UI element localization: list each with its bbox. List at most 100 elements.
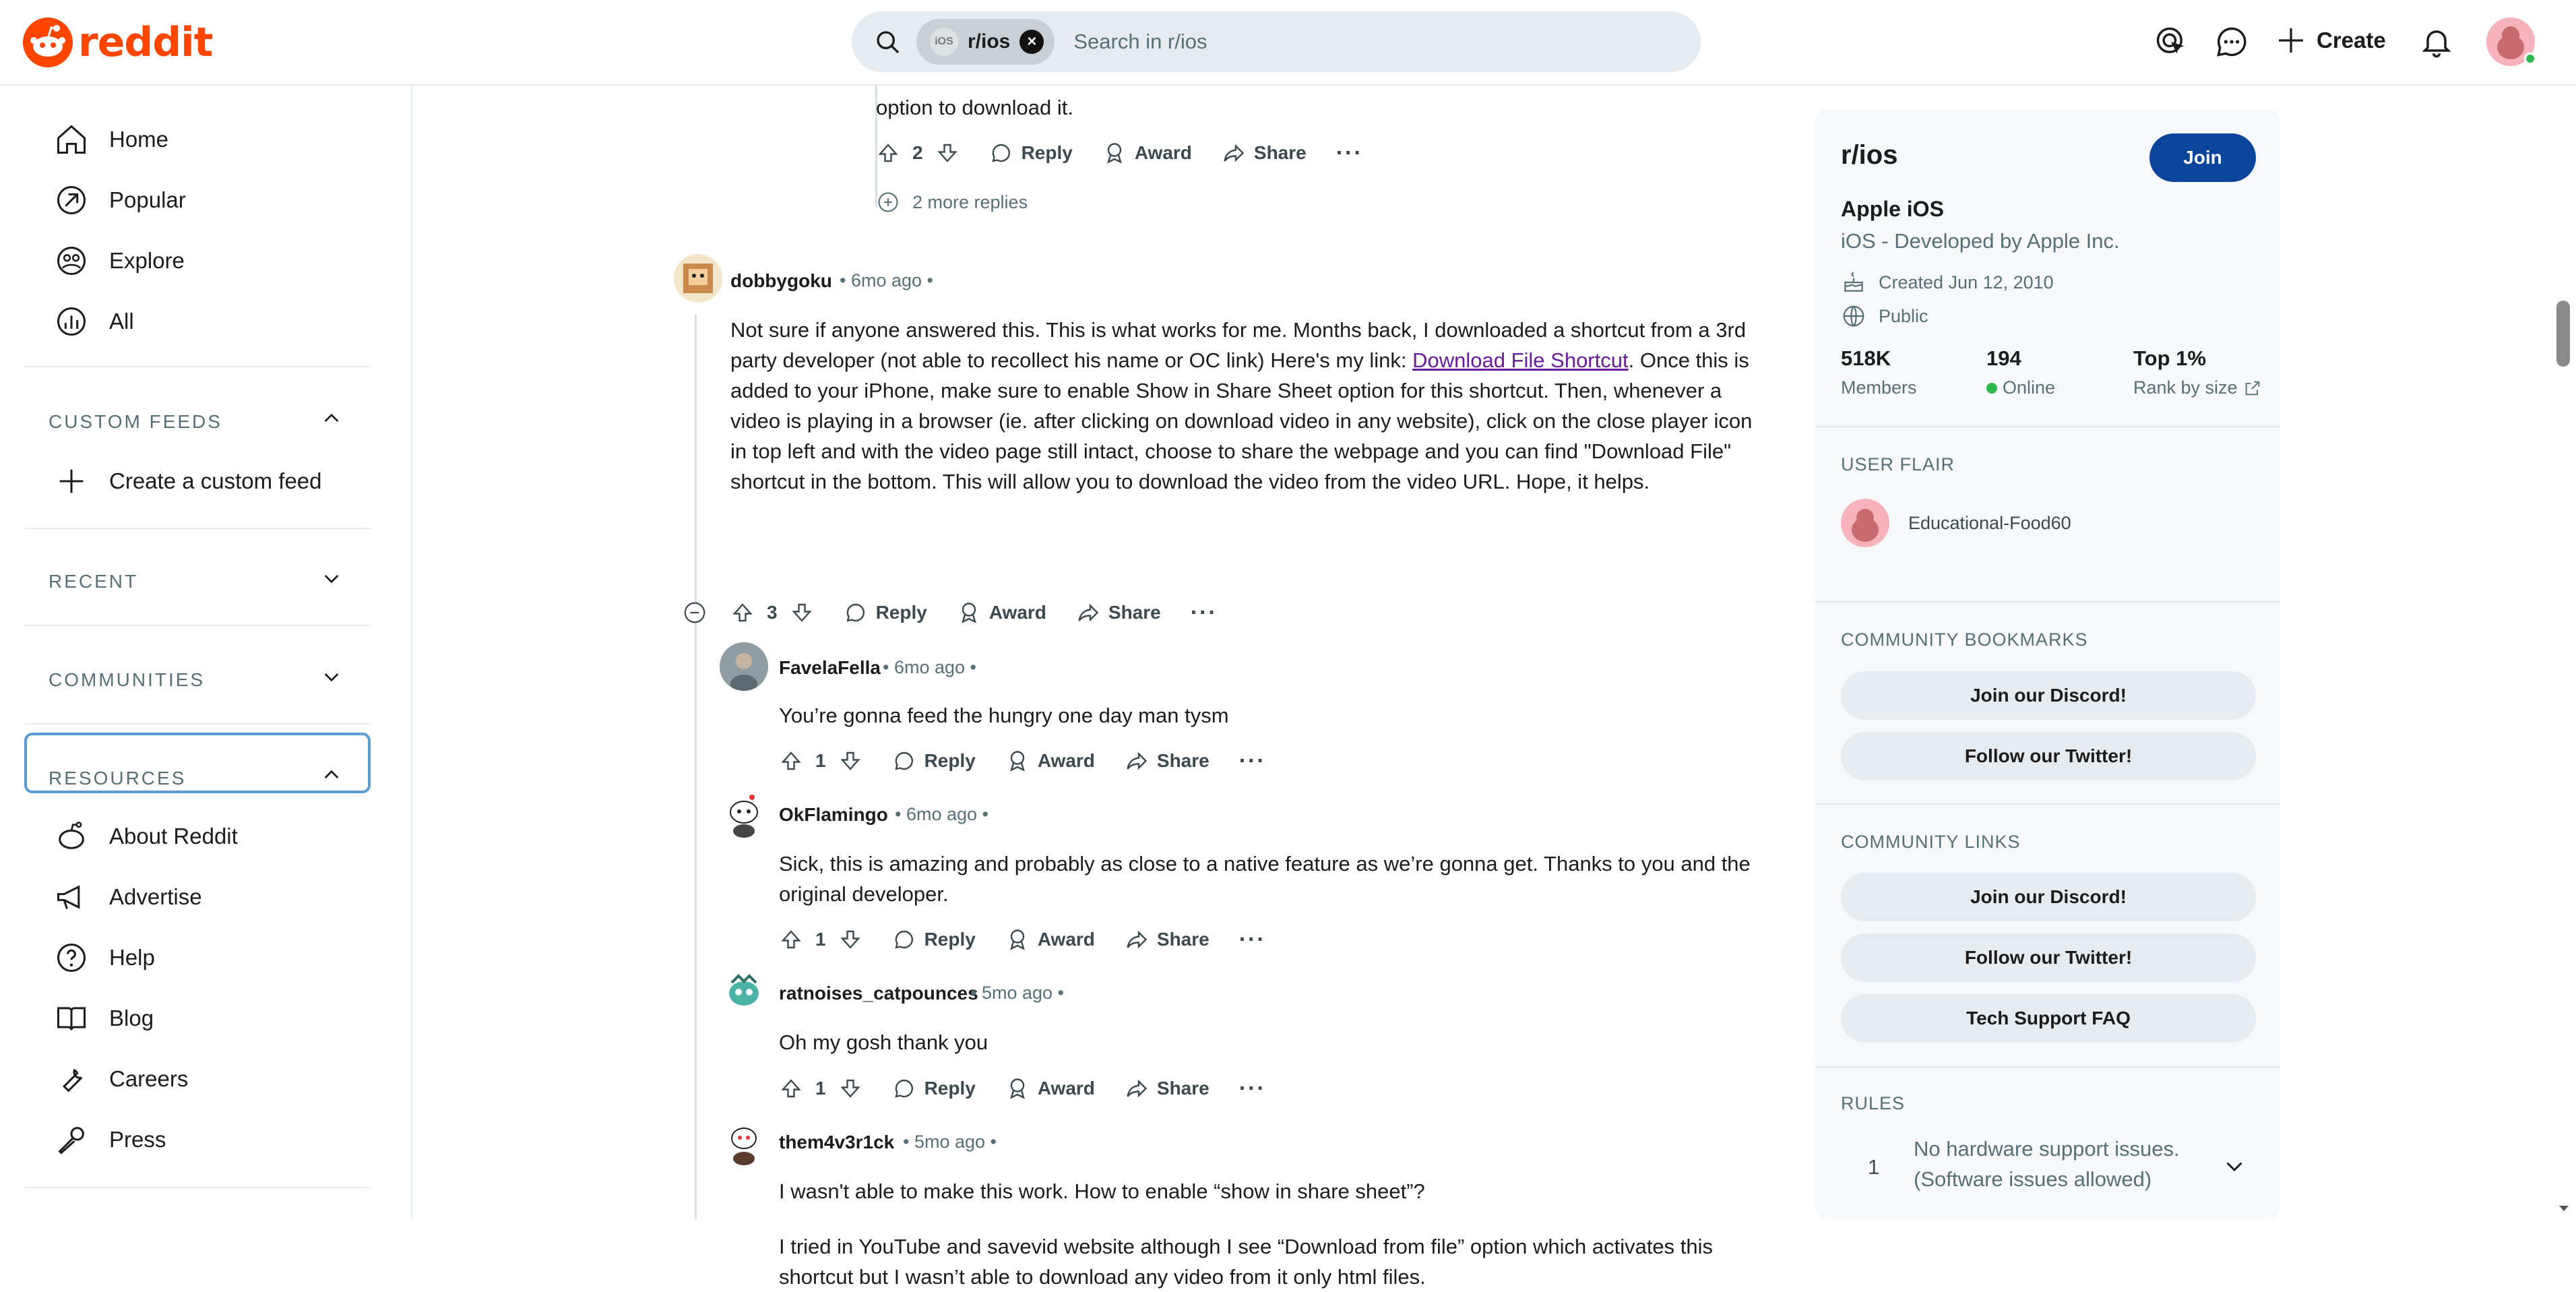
- rank-by-size-link[interactable]: Rank by size: [2133, 377, 2262, 398]
- nav-home[interactable]: Home: [54, 119, 168, 160]
- close-icon[interactable]: ×: [1019, 30, 1044, 54]
- scroll-down-arrow-icon[interactable]: [2558, 1204, 2570, 1212]
- download-shortcut-link[interactable]: Download File Shortcut: [1412, 348, 1629, 372]
- bookmark-discord-button[interactable]: Join our Discord!: [1841, 671, 2256, 720]
- advertise-icon[interactable]: [2154, 24, 2189, 59]
- notification-bell-icon[interactable]: [2419, 24, 2454, 59]
- reply-button[interactable]: Reply: [892, 1076, 976, 1101]
- share-icon: [1127, 930, 1148, 949]
- search-input[interactable]: Search in r/ios: [1073, 30, 1207, 54]
- more-options-icon[interactable]: ···: [1239, 748, 1266, 774]
- award-button[interactable]: Award: [1102, 141, 1192, 165]
- downvote-icon[interactable]: [838, 927, 862, 952]
- user-flair[interactable]: Educational-Food60: [1841, 499, 2071, 547]
- resource-press[interactable]: Press: [54, 1119, 166, 1160]
- share-label: Share: [1156, 1078, 1210, 1099]
- link-twitter-button[interactable]: Follow our Twitter!: [1841, 933, 2256, 982]
- comment-author[interactable]: dobbygoku: [730, 270, 832, 292]
- created-date: Created Jun 12, 2010: [1841, 270, 2054, 295]
- create-button[interactable]: Create: [2275, 24, 2386, 57]
- resource-about-reddit[interactable]: About Reddit: [54, 816, 238, 857]
- upvote-icon[interactable]: [779, 749, 803, 773]
- avatar[interactable]: [720, 789, 768, 838]
- share-label: Share: [1253, 142, 1307, 163]
- more-options-icon[interactable]: ···: [1239, 927, 1266, 953]
- resource-careers[interactable]: Careers: [54, 1059, 188, 1099]
- reply-button[interactable]: Reply: [844, 601, 927, 625]
- rule-number: 1: [1868, 1155, 1880, 1179]
- home-icon: [57, 125, 86, 154]
- chevron-up-icon[interactable]: [321, 408, 342, 429]
- link-discord-button[interactable]: Join our Discord!: [1841, 873, 2256, 921]
- explore-icon: [57, 246, 86, 276]
- avatar[interactable]: [720, 1117, 768, 1165]
- share-icon: [1127, 751, 1148, 770]
- search-community-chip[interactable]: iOS r/ios ×: [916, 19, 1055, 65]
- comment-author[interactable]: FavelaFella: [779, 657, 881, 679]
- comment-author[interactable]: them4v3r1ck: [779, 1132, 894, 1153]
- award-button[interactable]: Award: [957, 601, 1046, 625]
- upvote-icon[interactable]: [779, 927, 803, 952]
- bookmark-twitter-button[interactable]: Follow our Twitter!: [1841, 732, 2256, 780]
- chevron-up-icon[interactable]: [321, 764, 342, 786]
- downvote-icon[interactable]: [790, 601, 814, 625]
- more-options-icon[interactable]: ···: [1239, 1076, 1266, 1102]
- user-avatar[interactable]: [2486, 18, 2536, 66]
- share-icon: [1127, 1079, 1148, 1098]
- avatar[interactable]: [720, 968, 768, 1016]
- share-button[interactable]: Share: [1125, 927, 1210, 952]
- reply-button[interactable]: Reply: [892, 749, 976, 773]
- share-icon: [1224, 144, 1245, 162]
- share-button[interactable]: Share: [1076, 601, 1161, 625]
- scrollbar-thumb[interactable]: [2556, 301, 2570, 367]
- chat-icon[interactable]: [2214, 24, 2249, 59]
- create-custom-feed[interactable]: Create a custom feed: [54, 461, 322, 501]
- avatar[interactable]: [674, 254, 722, 303]
- resources-heading[interactable]: RESOURCES: [49, 768, 186, 789]
- reply-button[interactable]: Reply: [989, 141, 1073, 165]
- award-button[interactable]: Award: [1005, 1076, 1095, 1101]
- resource-blog[interactable]: Blog: [54, 998, 154, 1039]
- create-label: Create: [2317, 28, 2386, 53]
- reddit-logo[interactable]: reddit: [23, 18, 213, 67]
- search-bar[interactable]: iOS r/ios × Search in r/ios: [852, 11, 1701, 72]
- chevron-down-icon[interactable]: [2222, 1154, 2247, 1178]
- collapse-minus-icon[interactable]: [682, 600, 708, 625]
- nav-popular[interactable]: Popular: [54, 180, 186, 220]
- share-button[interactable]: Share: [1222, 141, 1307, 165]
- resource-advertise[interactable]: Advertise: [54, 877, 202, 917]
- rule-item[interactable]: 1 No hardware support issues. (Software …: [1841, 1134, 2256, 1201]
- nav-all[interactable]: All: [54, 301, 134, 342]
- comment-author[interactable]: ratnoises_catpounces: [779, 983, 978, 1004]
- upvote-icon[interactable]: [730, 601, 755, 625]
- more-replies-link[interactable]: 2 more replies: [876, 190, 1028, 214]
- join-button[interactable]: Join: [2149, 133, 2256, 182]
- chevron-down-icon[interactable]: [321, 666, 342, 687]
- upvote-icon[interactable]: [779, 1076, 803, 1101]
- downvote-icon[interactable]: [838, 749, 862, 773]
- chevron-down-icon[interactable]: [321, 567, 342, 589]
- comment-body: I tried in YouTube and savevid website a…: [779, 1235, 1714, 1289]
- nav-explore[interactable]: Explore: [54, 241, 185, 281]
- share-button[interactable]: Share: [1125, 1076, 1210, 1101]
- downvote-icon[interactable]: [935, 141, 960, 165]
- comment-author[interactable]: OkFlamingo: [779, 804, 888, 826]
- share-button[interactable]: Share: [1125, 749, 1210, 773]
- award-button[interactable]: Award: [1005, 927, 1095, 952]
- link-tech-support-button[interactable]: Tech Support FAQ: [1841, 994, 2256, 1043]
- resource-help[interactable]: Help: [54, 937, 155, 978]
- flair-avatar-icon: [1841, 499, 1889, 547]
- more-options-icon[interactable]: ···: [1336, 140, 1363, 166]
- help-icon: [57, 943, 86, 973]
- avatar-snoo-icon: [731, 1128, 757, 1165]
- downvote-icon[interactable]: [838, 1076, 862, 1101]
- avatar[interactable]: [720, 642, 768, 691]
- reply-button[interactable]: Reply: [892, 927, 976, 952]
- custom-feeds-heading[interactable]: CUSTOM FEEDS: [49, 411, 222, 433]
- more-options-icon[interactable]: ···: [1191, 600, 1218, 626]
- award-button[interactable]: Award: [1005, 749, 1095, 773]
- upvote-icon[interactable]: [876, 141, 900, 165]
- recent-heading[interactable]: RECENT: [49, 571, 138, 592]
- comment-body: I wasn't able to make this work. How to …: [779, 1179, 1425, 1203]
- create-custom-feed-label: Create a custom feed: [109, 468, 322, 493]
